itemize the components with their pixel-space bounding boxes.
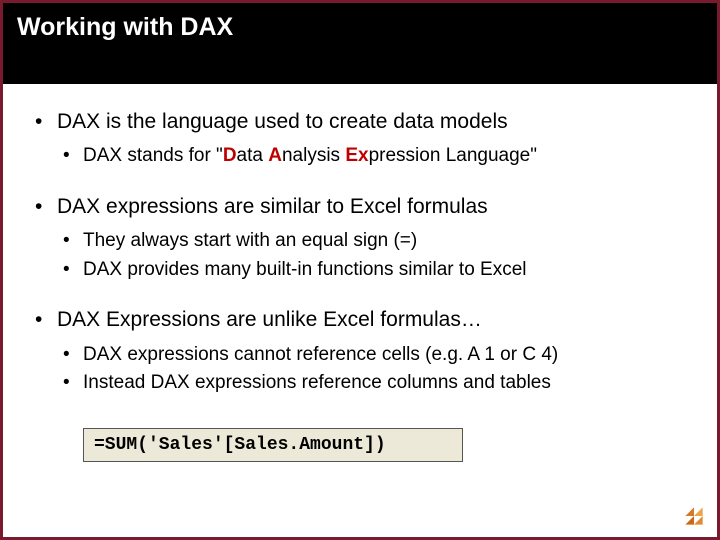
sub-item: DAX expressions cannot reference cells (… xyxy=(57,341,689,370)
sub-item: DAX stands for "Data Analysis Expression… xyxy=(57,142,689,171)
bullet-item: DAX is the language used to create data … xyxy=(31,108,689,171)
sub-text: DAX provides many built-in functions sim… xyxy=(83,259,527,280)
sub-item: They always start with an equal sign (=) xyxy=(57,227,689,256)
sub-text-pre: DAX stands for " xyxy=(83,145,223,166)
highlight-d: D xyxy=(223,145,237,166)
slide: Working with DAX DAX is the language use… xyxy=(3,3,717,537)
bullet-text: DAX expressions are similar to Excel for… xyxy=(57,195,488,218)
title-bar: Working with DAX xyxy=(3,3,717,84)
bullet-text: DAX Expressions are unlike Excel formula… xyxy=(57,308,482,331)
slide-content: DAX is the language used to create data … xyxy=(3,84,717,462)
bullet-item: DAX expressions are similar to Excel for… xyxy=(31,193,689,284)
sub-list: DAX expressions cannot reference cells (… xyxy=(57,341,689,398)
bullet-item: DAX Expressions are unlike Excel formula… xyxy=(31,306,689,397)
sub-list: They always start with an equal sign (=)… xyxy=(57,227,689,284)
sub-list: DAX stands for "Data Analysis Expression… xyxy=(57,142,689,171)
sub-item: DAX provides many built-in functions sim… xyxy=(57,256,689,285)
sub-text-mid2: nalysis xyxy=(282,145,345,166)
slide-title: Working with DAX xyxy=(17,13,703,42)
sub-text-mid1: ata xyxy=(237,145,269,166)
corner-logo-icon xyxy=(681,503,707,529)
sub-text-post: pression Language" xyxy=(369,145,537,166)
bullet-text: DAX is the language used to create data … xyxy=(57,110,508,133)
code-example: =SUM('Sales'[Sales.Amount]) xyxy=(83,428,463,462)
highlight-a: A xyxy=(268,145,282,166)
bullet-list: DAX is the language used to create data … xyxy=(31,108,689,398)
sub-text: Instead DAX expressions reference column… xyxy=(83,372,551,393)
highlight-ex: Ex xyxy=(345,145,368,166)
sub-item: Instead DAX expressions reference column… xyxy=(57,369,689,398)
sub-text: They always start with an equal sign (=) xyxy=(83,230,417,251)
sub-text: DAX expressions cannot reference cells (… xyxy=(83,344,558,365)
